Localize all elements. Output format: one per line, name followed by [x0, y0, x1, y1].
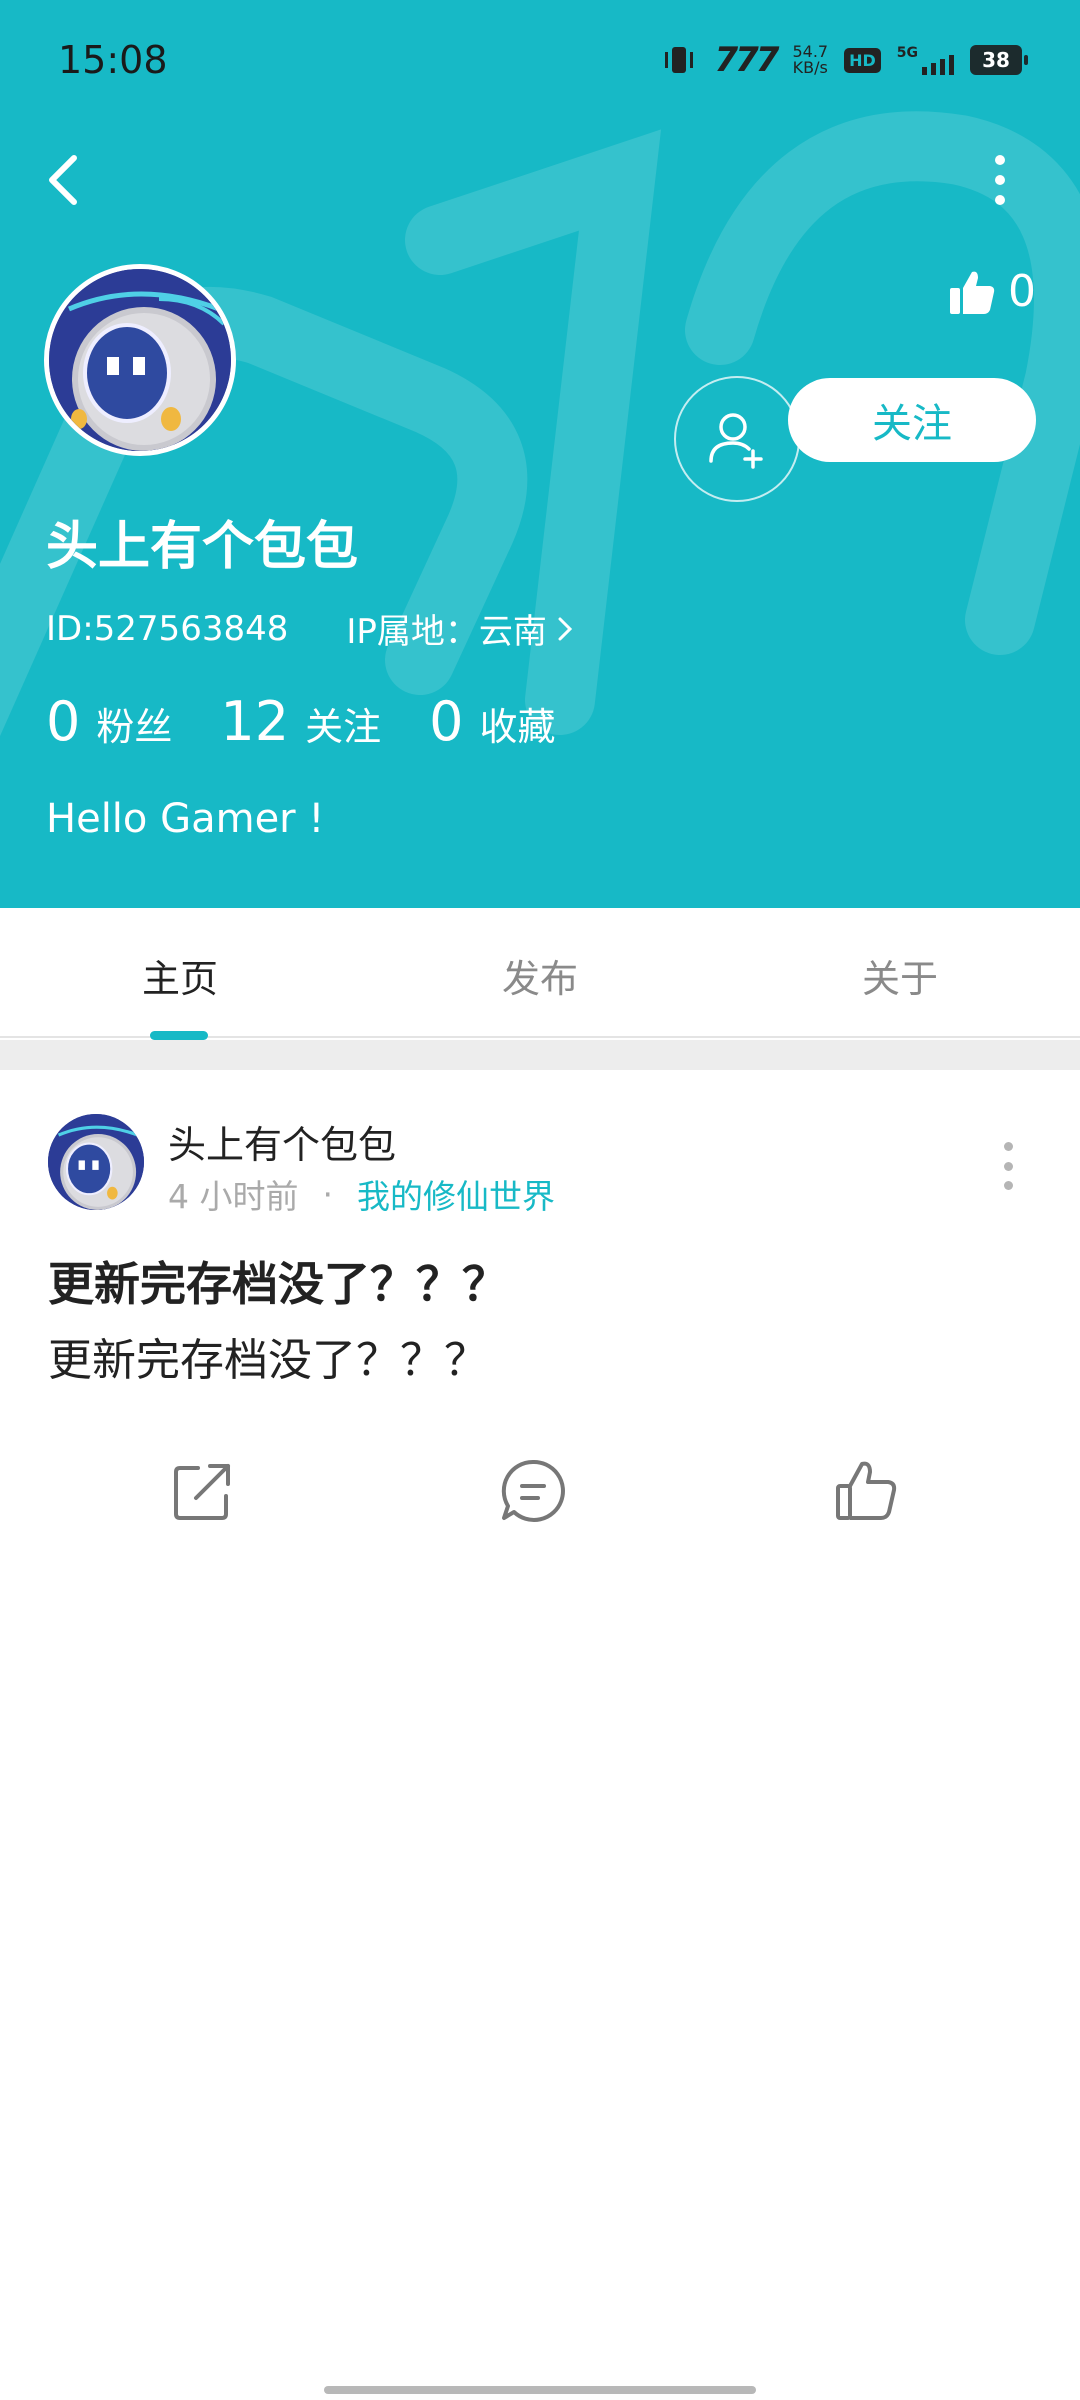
tab-posts[interactable]: 发布 — [440, 948, 640, 1003]
ip-location-label: IP属地：云南 — [346, 612, 547, 652]
thumbs-up-icon — [950, 271, 995, 314]
back-button[interactable] — [40, 148, 90, 212]
post-more-button[interactable] — [998, 1142, 1018, 1190]
post-time: 4 小时前 — [168, 1177, 299, 1216]
status-bar: 15:08 777 54.7 KB/s HD 5G 38 — [0, 0, 1080, 120]
tab-home[interactable]: 主页 — [80, 948, 280, 1003]
profile-like[interactable]: 0 — [948, 266, 1036, 317]
profile-meta: ID:527563848 IP属地：云南 — [46, 604, 573, 653]
signal-icon: 5G — [897, 45, 954, 75]
profile-avatar[interactable] — [44, 264, 236, 456]
user-id: ID:527563848 — [46, 608, 289, 649]
robot-avatar-image — [49, 269, 231, 451]
stat-label: 关注 — [305, 705, 382, 749]
home-indicator[interactable] — [324, 2386, 756, 2394]
add-friend-button[interactable] — [674, 376, 800, 502]
more-vertical-icon — [1003, 1142, 1013, 1151]
profile-username: 头上有个包包 — [46, 517, 359, 577]
chevron-right-icon — [558, 617, 573, 640]
stat-number: 12 — [220, 690, 290, 753]
robot-avatar-image — [48, 1114, 144, 1210]
post-body: 更新完存档没了？？？ — [48, 1335, 488, 1386]
stat-favorites[interactable]: 0 收藏 — [429, 690, 555, 753]
tab-about[interactable]: 关于 — [800, 948, 1000, 1003]
share-icon — [174, 1464, 230, 1520]
share-button[interactable] — [168, 1456, 238, 1526]
post-game-link[interactable]: 我的修仙世界 — [357, 1170, 555, 1218]
meta-separator: · — [322, 1174, 334, 1214]
post-author-name[interactable]: 头上有个包包 — [168, 1114, 396, 1169]
network-speed: 54.7 KB/s — [792, 44, 828, 76]
profile-bio: Hello Gamer ! — [46, 796, 325, 842]
like-icon — [836, 1461, 897, 1520]
more-options-button[interactable] — [978, 148, 1022, 212]
ip-location[interactable]: IP属地：云南 — [346, 604, 573, 653]
vibrate-icon — [665, 47, 694, 73]
status-icons: 777 54.7 KB/s HD 5G 38 — [660, 40, 1028, 80]
battery-icon: 38 — [970, 45, 1028, 75]
stat-number: 0 — [429, 690, 464, 753]
follow-button[interactable]: 关注 — [788, 378, 1036, 462]
network-speed-unit: KB/s — [792, 58, 828, 77]
section-divider — [0, 1040, 1080, 1070]
comment-button[interactable] — [498, 1456, 568, 1526]
hd-badge: HD — [844, 47, 881, 73]
post-title: 更新完存档没了？？？ — [48, 1257, 508, 1311]
tab-indicator — [150, 1031, 208, 1040]
post-actions — [0, 1420, 1080, 1560]
like-button[interactable] — [832, 1456, 902, 1526]
stat-label: 收藏 — [479, 705, 556, 749]
back-icon — [49, 155, 77, 205]
like-count: 0 — [1008, 266, 1036, 317]
stat-following[interactable]: 12 关注 — [220, 690, 381, 753]
more-icon — [995, 155, 1005, 165]
status-time: 15:08 — [58, 38, 168, 82]
profile-tabs: 主页 发布 关于 — [0, 908, 1080, 1040]
network-type: 5G — [896, 45, 918, 61]
stat-fans[interactable]: 0 粉丝 — [46, 690, 172, 753]
stat-number: 0 — [46, 690, 81, 753]
profile-stats: 0 粉丝 12 关注 0 收藏 — [46, 690, 603, 753]
add-friend-icon — [709, 413, 763, 469]
post-author-avatar[interactable] — [48, 1114, 144, 1210]
post-meta: 4 小时前 · 我的修仙世界 — [168, 1170, 555, 1218]
stat-label: 粉丝 — [96, 705, 173, 749]
profile-header: 15:08 777 54.7 KB/s HD 5G 38 0 关注 头上有个包包… — [0, 0, 1080, 908]
comment-icon — [501, 1459, 565, 1522]
carrier-icon: 777 — [714, 40, 779, 80]
